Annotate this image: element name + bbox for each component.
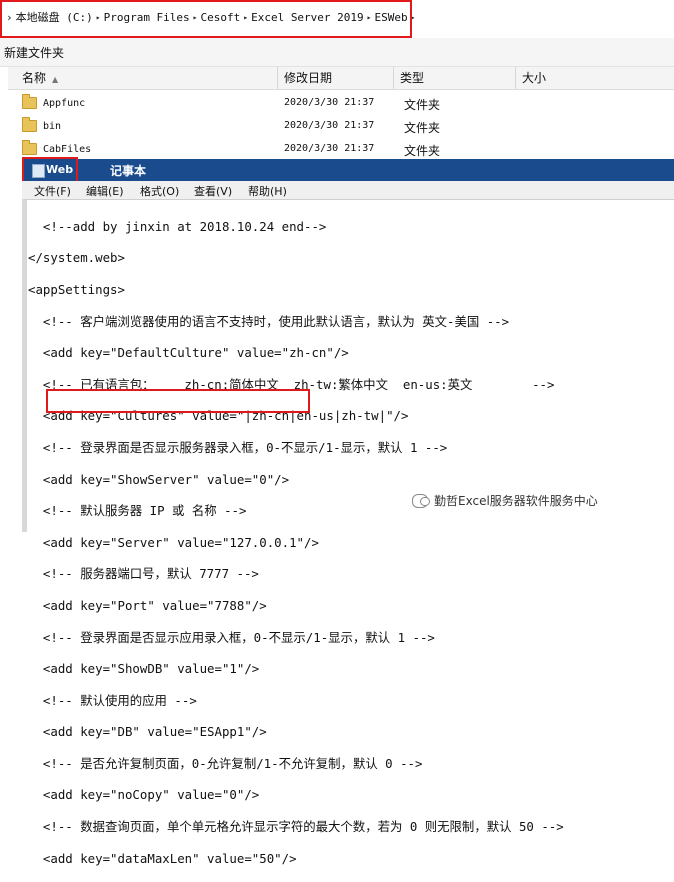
- file-name: bin: [43, 120, 62, 132]
- list-item[interactable]: Appfunc 2020/3/30 21:37 文件夹: [8, 93, 674, 115]
- column-modified[interactable]: 修改日期: [278, 67, 394, 89]
- menu-edit[interactable]: 编辑(E): [86, 183, 124, 199]
- menu-file[interactable]: 文件(F): [34, 183, 71, 199]
- title-highlight-box: [22, 157, 78, 184]
- explorer-toolbar: 新建文件夹: [0, 38, 674, 67]
- code-line: <!-- 服务器端口号，默认 7777 -->: [28, 566, 259, 582]
- notepad-title-bar[interactable]: Web 记事本: [22, 159, 674, 181]
- code-line: <!-- 登录界面是否显示服务器录入框，0-不显示/1-显示，默认 1 -->: [28, 439, 448, 455]
- column-type[interactable]: 类型: [394, 67, 516, 89]
- config-text: <!--add by jinxin at 2018.10.24 end--> <…: [28, 203, 564, 882]
- port-highlight-box: [46, 389, 310, 413]
- wechat-icon: [412, 493, 430, 508]
- menu-help[interactable]: 帮助(H): [248, 183, 287, 199]
- file-type: 文件夹: [404, 121, 441, 135]
- notepad-menu-bar: 文件(F) 编辑(E) 格式(O) 查看(V) 帮助(H): [22, 181, 674, 199]
- column-headers: 名称 ▲ 修改日期 类型 大小: [8, 67, 674, 90]
- code-line: <add key="dataMaxLen" value="50"/>: [28, 850, 297, 866]
- code-line: <appSettings>: [28, 281, 125, 297]
- code-line: <!-- 是否允许复制页面，0-允许复制/1-不允许复制，默认 0 -->: [28, 755, 423, 771]
- menu-view[interactable]: 查看(V): [194, 183, 232, 199]
- column-name-label: 名称: [22, 71, 47, 85]
- folder-icon: [22, 117, 37, 132]
- menu-format[interactable]: 格式(O): [140, 183, 179, 199]
- code-line: <!-- 客户端浏览器使用的语言不支持时，使用此默认语言，默认为 英文-美国 -…: [28, 313, 510, 329]
- file-type: 文件夹: [404, 98, 441, 112]
- watermark-text: 勤哲Excel服务器软件服务中心: [434, 494, 598, 508]
- sort-ascending-icon: ▲: [52, 75, 59, 84]
- code-line: <!--add by jinxin at 2018.10.24 end-->: [28, 218, 327, 234]
- file-date: 2020/3/30 21:37: [284, 120, 375, 131]
- address-highlight-box: [0, 0, 412, 38]
- list-item[interactable]: CabFiles 2020/3/30 21:37 文件夹: [8, 139, 674, 161]
- code-line: <add key="Port" value="7788"/>: [28, 597, 267, 613]
- code-line: <add key="Server" value="127.0.0.1"/>: [28, 534, 319, 550]
- code-line: <!-- 默认使用的应用 -->: [28, 692, 197, 708]
- file-type: 文件夹: [404, 144, 441, 158]
- watermark: 勤哲Excel服务器软件服务中心: [412, 492, 598, 509]
- column-size[interactable]: 大小: [516, 67, 674, 89]
- column-name[interactable]: 名称 ▲: [8, 67, 278, 89]
- code-line: <!-- 登录界面是否显示应用录入框，0-不显示/1-显示，默认 1 -->: [28, 629, 435, 645]
- code-line: <add key="DB" value="ESApp1"/>: [28, 724, 267, 740]
- folder-icon: [22, 94, 37, 109]
- code-line: <add key="ShowServer" value="0"/>: [28, 471, 290, 487]
- code-line: <add key="noCopy" value="0"/>: [28, 787, 260, 803]
- file-name: Appfunc: [43, 97, 86, 109]
- folder-icon: [22, 140, 37, 155]
- new-folder-button[interactable]: 新建文件夹: [4, 44, 64, 61]
- file-date: 2020/3/30 21:37: [284, 97, 375, 108]
- code-line: <!-- 数据查询页面，单个单元格允许显示字符的最大个数，若为 0 则无限制，默…: [28, 819, 564, 835]
- file-date: 2020/3/30 21:37: [284, 143, 375, 154]
- list-item[interactable]: bin 2020/3/30 21:37 文件夹: [8, 116, 674, 138]
- notepad-app-name: 记事本: [110, 164, 147, 178]
- code-line: </system.web>: [28, 250, 125, 266]
- code-line: <add key="DefaultCulture" value="zh-cn"/…: [28, 345, 349, 361]
- file-name: CabFiles: [43, 143, 92, 155]
- code-line: <add key="ShowDB" value="1"/>: [28, 661, 260, 677]
